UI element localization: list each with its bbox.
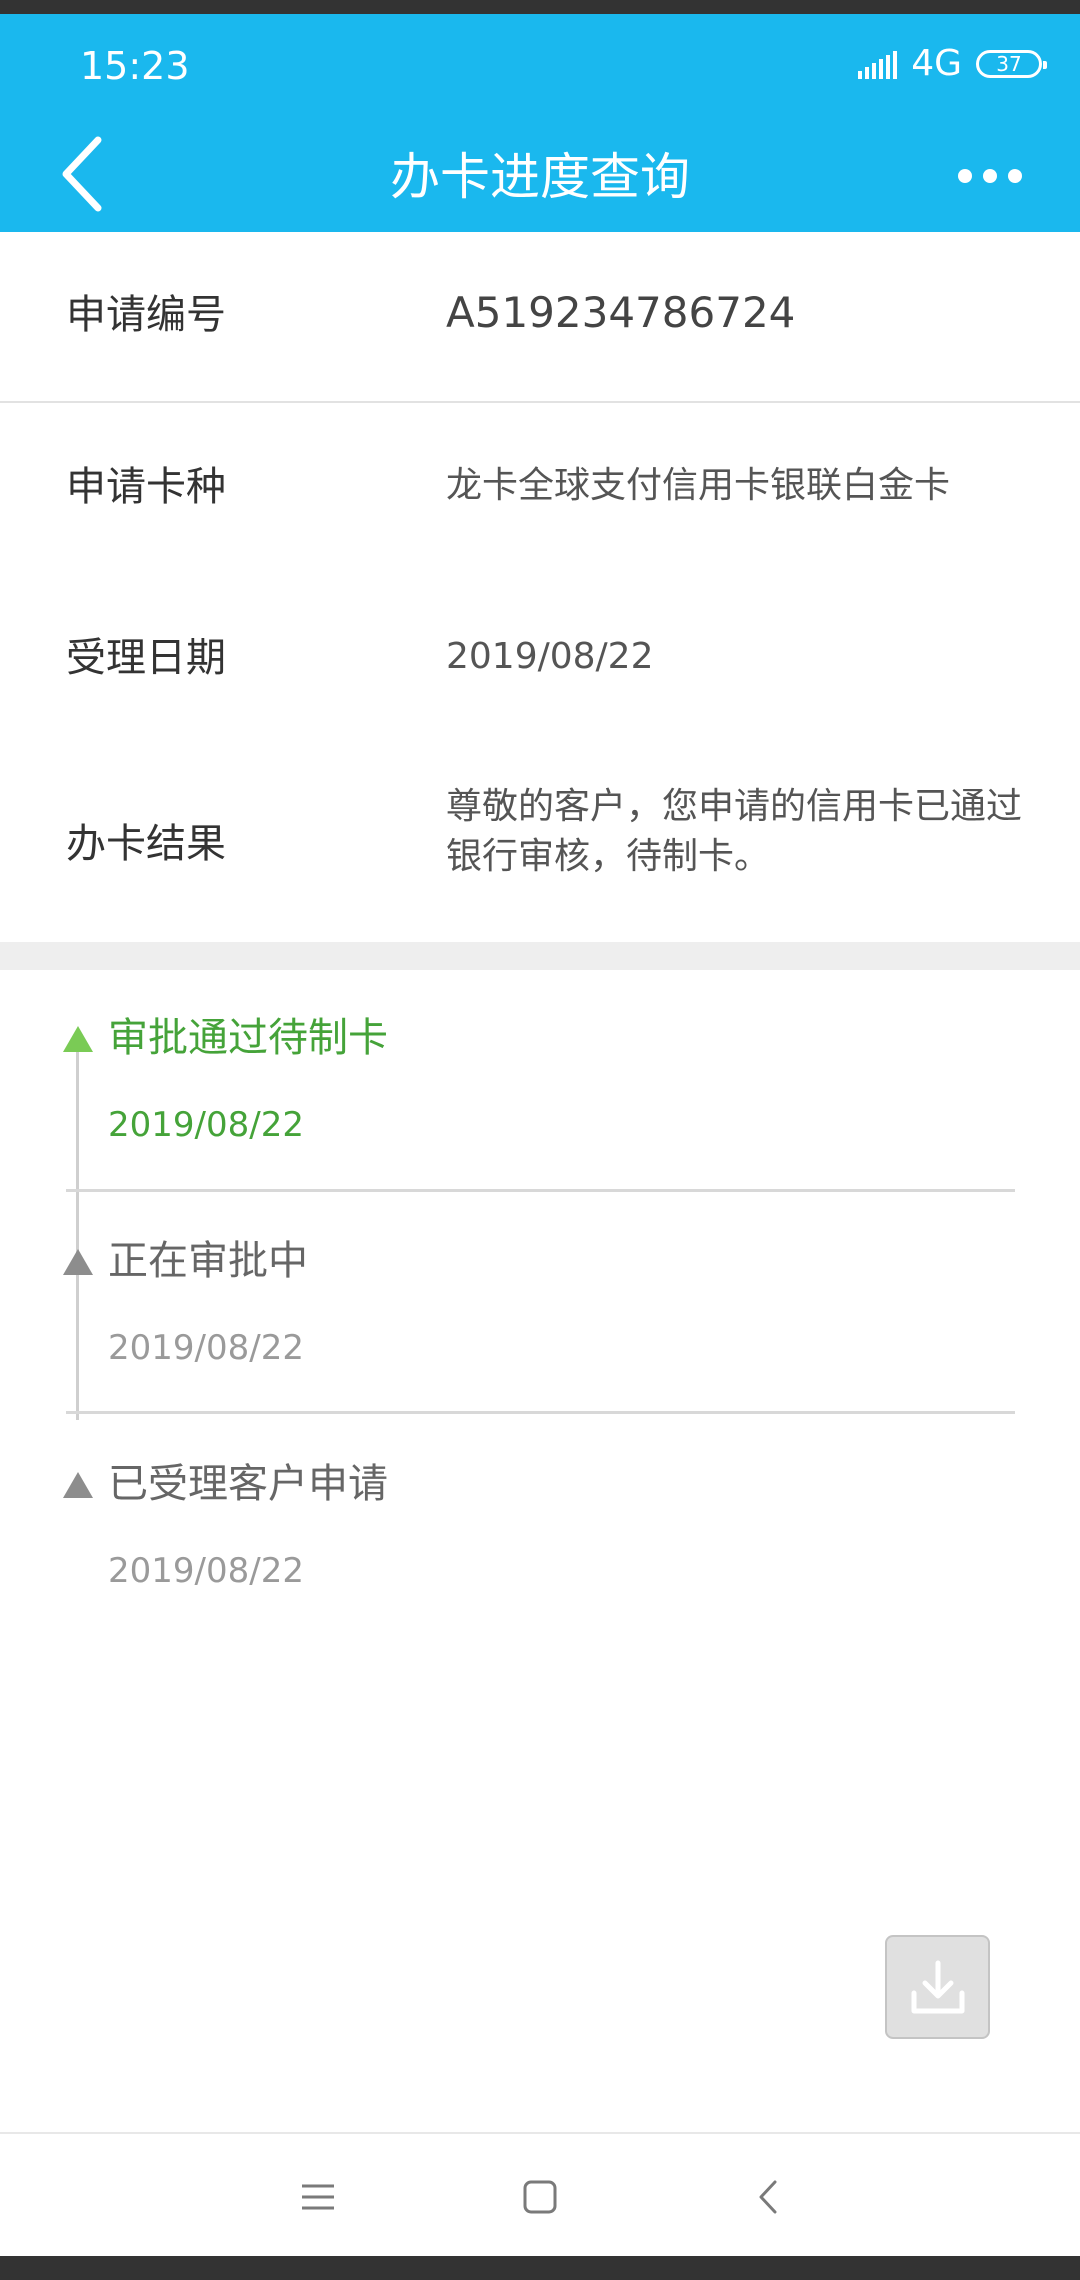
section-divider — [0, 942, 1080, 970]
system-navigation-bar — [0, 2132, 1080, 2256]
timeline-title: 正在审批中 — [108, 1238, 308, 1284]
info-value: A519234786724 — [446, 288, 796, 337]
back-button[interactable] — [56, 134, 116, 214]
info-value: 尊敬的客户，您申请的信用卡已通过银行审核，待制卡。 — [446, 786, 1023, 877]
triangle-marker-icon — [63, 1249, 93, 1275]
timeline-date: 2019/08/22 — [108, 1551, 304, 1591]
divider — [0, 401, 1080, 403]
download-icon — [911, 1960, 964, 2014]
app-header: 15:23 4G 37 办卡进度查询 — [0, 14, 1080, 232]
system-back-button[interactable] — [728, 2162, 808, 2232]
triangle-marker-icon — [63, 1472, 93, 1498]
timeline-date: 2019/08/22 — [108, 1105, 304, 1145]
battery-icon: 37 — [976, 50, 1047, 78]
info-label: 申请卡种 — [66, 464, 226, 510]
bottom-strip — [0, 2256, 1080, 2280]
download-button[interactable] — [885, 1935, 990, 2039]
back-triangle-icon — [759, 2180, 777, 2214]
info-value: 2019/08/22 — [446, 636, 654, 677]
home-button[interactable] — [500, 2162, 580, 2232]
info-label: 受理日期 — [66, 635, 226, 681]
info-label: 办卡结果 — [66, 821, 226, 867]
timeline-separator — [66, 1411, 1015, 1414]
info-value: 龙卡全球支付信用卡银联白金卡 — [446, 465, 951, 506]
timeline-date: 2019/08/22 — [108, 1328, 304, 1368]
menu-icon — [302, 2184, 334, 2210]
timeline-line — [76, 1040, 79, 1420]
info-label: 申请编号 — [66, 292, 226, 338]
network-type: 4G — [911, 43, 962, 84]
page-title: 办卡进度查询 — [390, 148, 690, 206]
home-square-icon — [523, 2180, 557, 2214]
more-button[interactable] — [958, 148, 1022, 204]
status-indicators: 4G 37 — [858, 43, 1047, 84]
timeline-separator — [66, 1189, 1015, 1192]
status-time: 15:23 — [80, 44, 190, 88]
top-strip — [0, 0, 1080, 14]
chevron-left-icon — [62, 136, 102, 212]
menu-button[interactable] — [278, 2162, 358, 2232]
signal-icon — [858, 49, 898, 79]
timeline-title: 审批通过待制卡 — [108, 1015, 388, 1061]
battery-level: 37 — [996, 52, 1022, 76]
timeline-title: 已受理客户申请 — [108, 1461, 388, 1507]
more-dots-icon — [958, 169, 972, 183]
triangle-marker-icon — [63, 1026, 93, 1052]
